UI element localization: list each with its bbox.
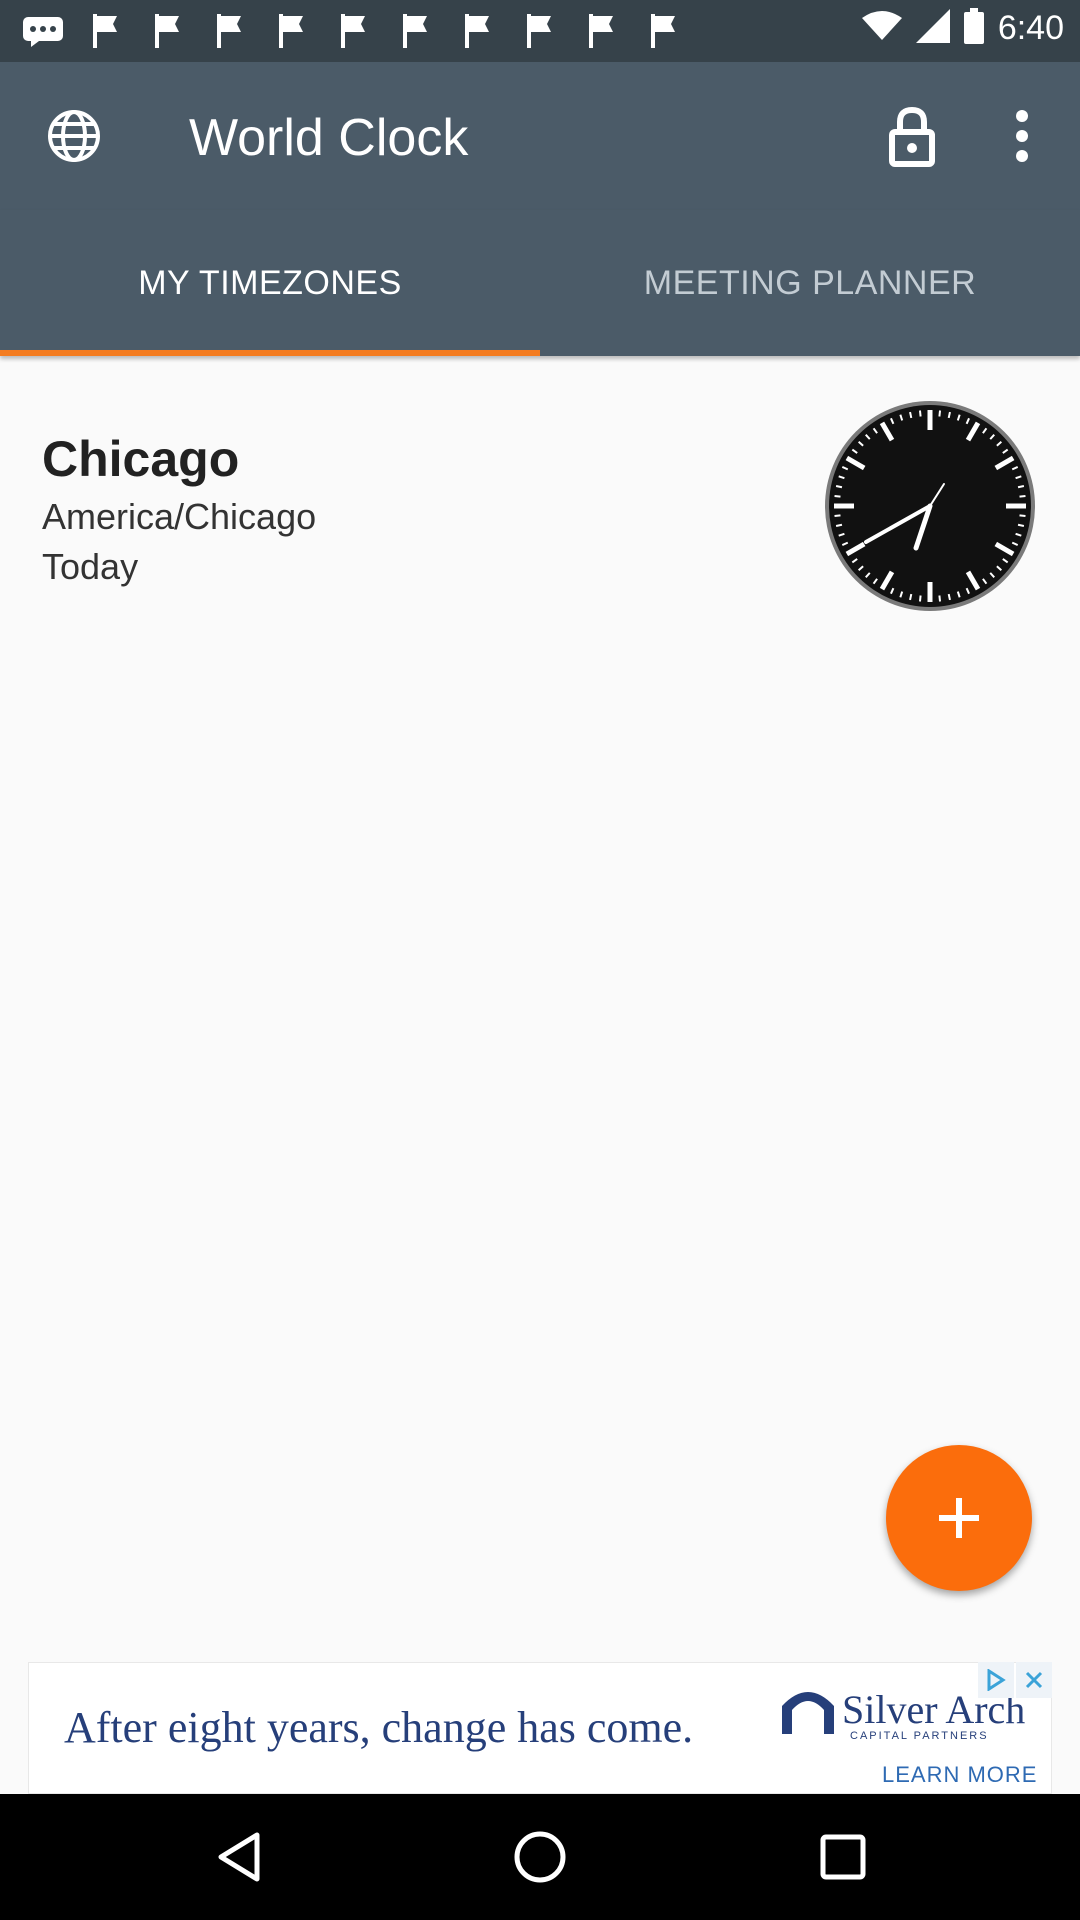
lock-icon[interactable] — [880, 104, 944, 168]
plus-icon — [939, 1498, 979, 1538]
clock-minute-tick — [909, 411, 913, 419]
clock-minute-tick — [1019, 494, 1026, 498]
clock-minute-tick — [947, 593, 951, 601]
clock-minute-tick — [835, 485, 843, 489]
timezone-id: America/Chicago — [42, 496, 317, 537]
tab-my-timezones[interactable]: MY TIMEZONES — [0, 210, 540, 356]
wifi-icon — [861, 10, 902, 47]
ad-choices-icon[interactable] — [978, 1662, 1014, 1698]
timezone-list-item[interactable]: Chicago America/Chicago Today — [0, 356, 1080, 646]
clock-minute-tick — [835, 523, 843, 527]
flag-icon — [508, 10, 570, 52]
home-icon[interactable] — [507, 1824, 573, 1890]
flag-icon — [446, 10, 508, 52]
city-name: Chicago — [42, 431, 240, 487]
tab-label: MY TIMEZONES — [138, 263, 402, 302]
clock-time: 6:40 — [997, 9, 1064, 47]
tab-meeting-planner[interactable]: MEETING PLANNER — [540, 210, 1080, 356]
flag-icon — [74, 10, 136, 52]
ad-headline: After eight years, change has come. — [64, 1703, 694, 1752]
notification-icons — [12, 10, 694, 52]
app-bar: World Clock — [0, 62, 1080, 210]
flag-icon — [198, 10, 260, 52]
tab-label: MEETING PLANNER — [643, 263, 977, 302]
clock-minute-tick — [938, 595, 942, 602]
day-label: Today — [42, 546, 139, 587]
analog-clock — [822, 398, 1038, 614]
battery-icon — [963, 8, 984, 49]
clock-minute-tick — [1017, 523, 1025, 527]
ad-banner[interactable]: After eight years, change has come. Silv… — [28, 1662, 1052, 1794]
status-bar: 6:40 — [0, 0, 1080, 62]
system-status: 6:40 — [861, 8, 1064, 49]
globe-icon[interactable] — [44, 106, 104, 166]
navigation-bar — [0, 1794, 1080, 1920]
clock-minute-tick — [1019, 514, 1026, 518]
clock-minute-tick — [1017, 485, 1025, 489]
flag-icon — [384, 10, 446, 52]
back-icon[interactable] — [206, 1824, 272, 1890]
flag-icon — [322, 10, 384, 52]
ad-brand-sub: CAPITAL PARTNERS — [850, 1730, 989, 1742]
flag-icon — [260, 10, 322, 52]
arch-logo-icon — [782, 1692, 834, 1734]
flag-icon — [632, 10, 694, 52]
app-title: World Clock — [189, 109, 469, 167]
clock-minute-tick — [834, 514, 841, 518]
flag-icon — [570, 10, 632, 52]
recents-icon[interactable] — [810, 1824, 876, 1890]
clock-minute-tick — [834, 494, 841, 498]
add-timezone-button[interactable] — [886, 1445, 1032, 1591]
flag-icon — [136, 10, 198, 52]
message-icon — [12, 10, 74, 52]
clock-minute-tick — [938, 410, 942, 417]
more-vert-icon[interactable] — [992, 102, 1052, 170]
clock-minute-tick — [909, 593, 913, 601]
clock-minute-tick — [918, 410, 922, 417]
tab-bar: MY TIMEZONES MEETING PLANNER — [0, 210, 1080, 356]
ad-close-icon[interactable] — [1016, 1662, 1052, 1698]
clock-minute-tick — [918, 595, 922, 602]
signal-icon — [915, 9, 950, 48]
clock-minute-tick — [947, 411, 951, 419]
ad-learn-more[interactable]: LEARN MORE — [882, 1762, 1037, 1788]
